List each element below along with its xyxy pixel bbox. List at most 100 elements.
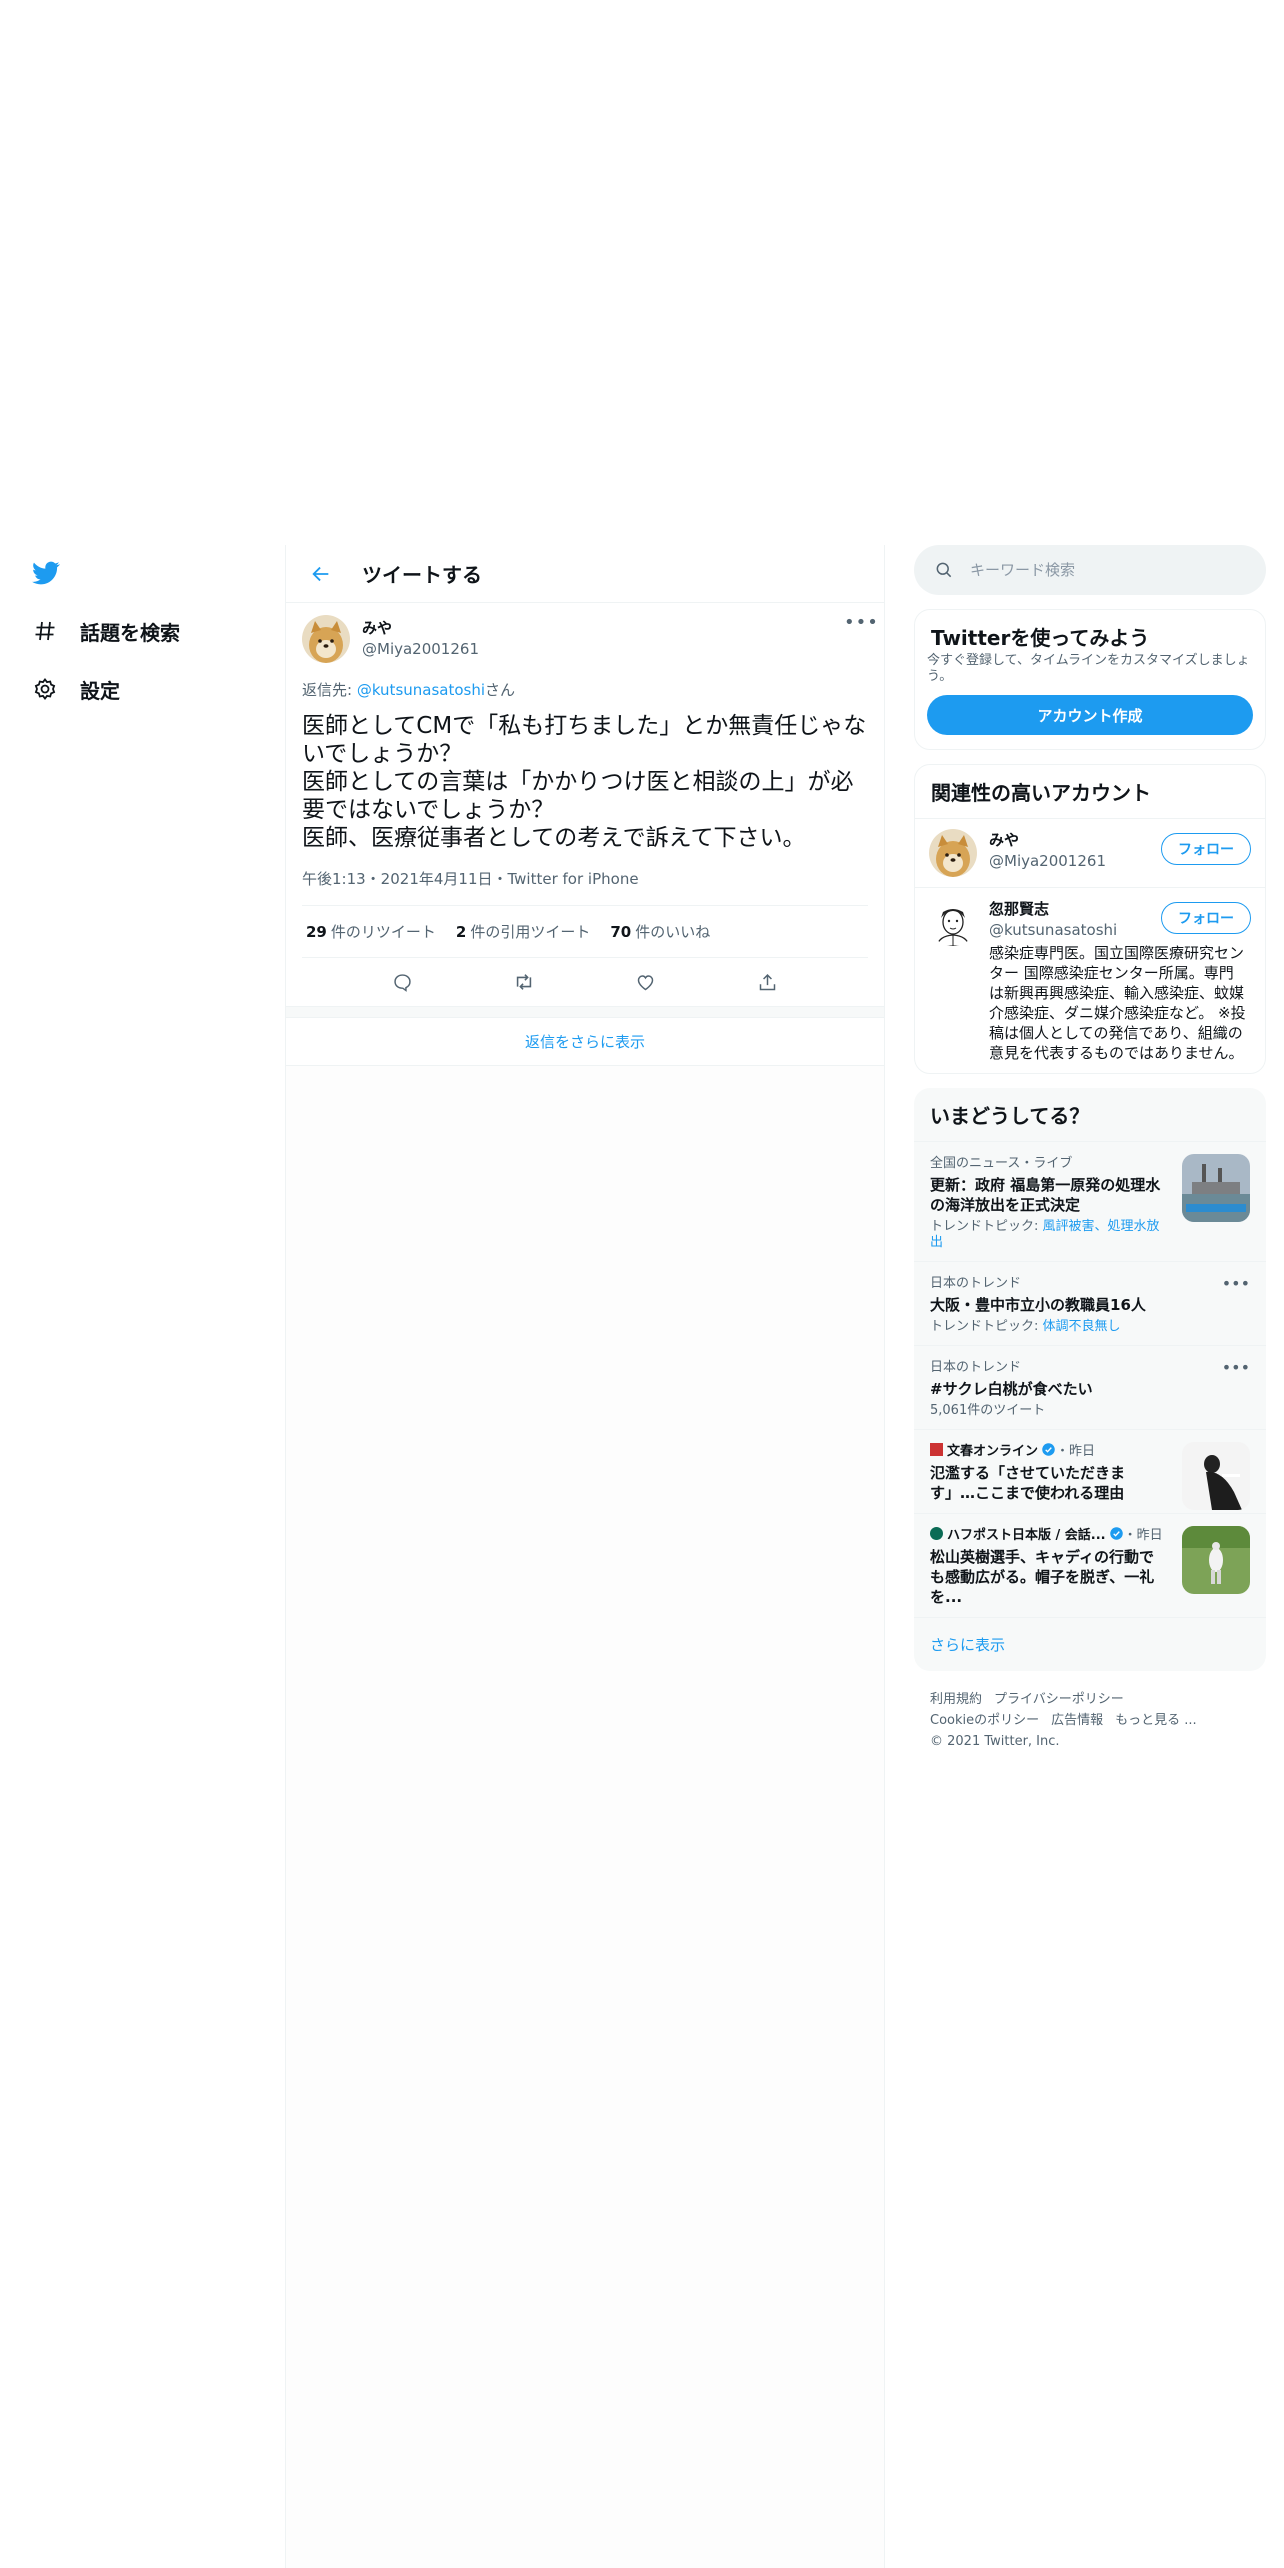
retweet-count-link[interactable]: 29 件のリツイート	[306, 921, 436, 942]
show-more-replies-link[interactable]: 返信をさらに表示	[286, 1018, 884, 1066]
stat-count: 29	[306, 923, 327, 941]
tweet: みや @Miya2001261 ••• 返信先: @kutsunasatoshi…	[286, 603, 884, 1006]
nav-explore-label: 話題を検索	[80, 620, 180, 645]
back-arrow-icon[interactable]	[304, 557, 338, 591]
reply-to-handle-link[interactable]: @kutsunasatoshi	[357, 681, 485, 699]
footer-link[interactable]: もっと見る ...	[1115, 1713, 1197, 1728]
trend-item[interactable]: ハフポスト日本版 / 会話... ・昨日 松山英樹選手、キャディの行動でも感動広が…	[914, 1513, 1266, 1617]
stat-count: 2	[455, 923, 467, 941]
right-sidebar: Twitterを使ってみよう 今すぐ登録して、タイムラインをカスタマイズしましょ…	[914, 545, 1266, 1770]
divider	[286, 1006, 884, 1018]
avatar[interactable]	[929, 898, 977, 946]
trend-thumbnail-image	[1182, 1154, 1250, 1222]
relevant-title: 関連性の高いアカウント	[931, 781, 1151, 805]
trend-sub-prefix: トレンドトピック:	[930, 1219, 1043, 1234]
hashtag-icon	[32, 618, 58, 644]
twitter-logo-icon[interactable]	[30, 559, 64, 589]
trends-title: いまどうしてる？	[930, 1104, 1090, 1128]
search-bar[interactable]	[914, 545, 1266, 595]
footer-link[interactable]: 広告情報	[1051, 1713, 1103, 1728]
share-icon[interactable]	[750, 965, 784, 999]
main-header: ツイートする	[286, 545, 884, 603]
tweet-actions	[302, 958, 868, 1006]
trend-context: 日本のトレンド	[930, 1360, 1022, 1375]
trend-sub: トレンドトピック: 風評被害、処理水放出	[930, 1219, 1166, 1251]
footer-link[interactable]: プライバシーポリシー	[994, 1692, 1124, 1707]
main-column: ツイートする みや @Miya2001261 ••• 返信先: @kutsuna…	[285, 545, 885, 2568]
quote-count-link[interactable]: 2 件の引用ツイート	[456, 921, 590, 942]
user-row[interactable]: 忽那賢志 @kutsunasatoshi 感染症専門医。国立国際医療研究センター…	[915, 887, 1265, 1073]
reply-icon[interactable]	[386, 965, 420, 999]
create-account-button[interactable]: アカウント作成	[927, 695, 1253, 735]
stat-label: 件の引用ツイート	[470, 923, 591, 941]
author-avatar[interactable]	[302, 615, 350, 663]
footer-link[interactable]: Cookieのポリシー	[930, 1713, 1039, 1728]
avatar[interactable]	[929, 829, 977, 877]
trend-time: ・昨日	[1056, 1444, 1096, 1459]
signup-text: 今すぐ登録して、タイムラインをカスタマイズしましょう。	[927, 653, 1250, 684]
show-more-trends-link[interactable]: さらに表示	[914, 1617, 1266, 1671]
like-icon[interactable]	[629, 965, 663, 999]
trend-context: 文春オンライン ・昨日	[930, 1440, 1166, 1459]
verified-icon	[1109, 1526, 1124, 1541]
signup-card: Twitterを使ってみよう 今すぐ登録して、タイムラインをカスタマイズしましょ…	[914, 609, 1266, 750]
author-name[interactable]: みや	[362, 617, 479, 638]
stat-count: 70	[610, 923, 632, 941]
tweet-text: 医師としてCMで「私も打ちました」とか無責任じゃないでしょうか？ 医師としての言…	[302, 713, 867, 851]
page-title: ツイートする	[362, 563, 482, 587]
more-options-icon[interactable]: •••	[1222, 1274, 1250, 1293]
source-icon	[930, 1527, 943, 1540]
trend-item[interactable]: 文春オンライン ・昨日 氾濫する「させていただきます」…ここまで使われる理由	[914, 1429, 1266, 1513]
trend-headline: 松山英樹選手、キャディの行動でも感動広がる。帽子を脱ぎ、一礼を...	[930, 1548, 1155, 1606]
user-bio: 感染症専門医。国立国際医療研究センター 国際感染症センター所属。専門は新興再興感…	[989, 944, 1246, 1062]
author-handle[interactable]: @Miya2001261	[362, 640, 479, 658]
search-input[interactable]	[970, 561, 1230, 579]
trend-sub-prefix: トレンドトピック:	[930, 1319, 1043, 1334]
reply-to-suffix: さん	[485, 681, 516, 699]
trend-context: 全国のニュース・ライブ	[930, 1156, 1073, 1171]
trend-headline: 氾濫する「させていただきます」…ここまで使われる理由	[930, 1464, 1126, 1502]
like-count-link[interactable]: 70 件のいいね	[610, 921, 710, 942]
trend-sub: トレンドトピック: 体調不良無し	[930, 1319, 1250, 1335]
reply-to-prefix: 返信先:	[302, 681, 357, 699]
trend-tweet-count: 5,061件のツイート	[930, 1403, 1046, 1418]
search-icon	[934, 560, 954, 580]
user-row[interactable]: みや @Miya2001261 フォロー	[915, 818, 1265, 887]
more-options-icon[interactable]: •••	[1222, 1358, 1250, 1377]
verified-icon	[1041, 1442, 1056, 1457]
tweet-meta[interactable]: 午後1:13・2021年4月11日・Twitter for iPhone	[302, 868, 868, 906]
nav-settings-label: 設定	[80, 678, 120, 703]
gear-icon	[32, 676, 58, 702]
trend-source: ハフポスト日本版 / 会話...	[947, 1528, 1106, 1543]
trend-thumbnail-image	[1182, 1526, 1250, 1594]
footer-link[interactable]: 利用規約	[930, 1692, 982, 1707]
follow-button[interactable]: フォロー	[1161, 902, 1251, 934]
trend-item[interactable]: 全国のニュース・ライブ 更新：政府 福島第一原発の処理水の海洋放出を正式決定 ト…	[914, 1141, 1266, 1261]
retweet-icon[interactable]	[507, 965, 541, 999]
footer: 利用規約 プライバシーポリシー Cookieのポリシー 広告情報 もっと見る ... …	[914, 1671, 1266, 1770]
more-options-icon[interactable]: •••	[844, 614, 878, 637]
trend-item[interactable]: 日本のトレンド 大阪・豊中市立小の教職員16人 トレンドトピック: 体調不良無し…	[914, 1261, 1266, 1345]
trend-context: ハフポスト日本版 / 会話... ・昨日	[930, 1524, 1166, 1543]
trend-source: 文春オンライン	[947, 1444, 1039, 1459]
follow-button[interactable]: フォロー	[1161, 833, 1251, 865]
trend-thumbnail-image	[1182, 1442, 1250, 1510]
trend-item[interactable]: 日本のトレンド #サクレ白桃が食べたい 5,061件のツイート •••	[914, 1345, 1266, 1429]
relevant-accounts-card: 関連性の高いアカウント みや @Miya2001261 フォロー 忽那賢志 @k…	[914, 764, 1266, 1074]
trend-topic-link[interactable]: 体調不良無し	[1043, 1319, 1121, 1334]
stat-label: 件のいいね	[635, 923, 711, 941]
stat-label: 件のリツイート	[330, 923, 436, 941]
source-icon	[930, 1443, 943, 1456]
trend-context: 日本のトレンド	[930, 1276, 1022, 1291]
trend-headline: #サクレ白桃が食べたい	[930, 1380, 1093, 1398]
reply-to: 返信先: @kutsunasatoshiさん	[302, 679, 868, 700]
nav-explore[interactable]: 話題を検索	[32, 611, 180, 651]
tweet-stats: 29 件のリツイート 2 件の引用ツイート 70 件のいいね	[302, 906, 868, 958]
trend-time: ・昨日	[1123, 1528, 1163, 1543]
copyright: © 2021 Twitter, Inc.	[930, 1734, 1060, 1749]
nav-settings[interactable]: 設定	[32, 669, 120, 709]
trends-card: いまどうしてる？ 全国のニュース・ライブ 更新：政府 福島第一原発の処理水の海洋…	[914, 1088, 1266, 1671]
trend-headline: 大阪・豊中市立小の教職員16人	[930, 1296, 1146, 1314]
signup-title: Twitterを使ってみよう	[931, 626, 1150, 650]
trend-headline: 更新：政府 福島第一原発の処理水の海洋放出を正式決定	[930, 1176, 1161, 1214]
